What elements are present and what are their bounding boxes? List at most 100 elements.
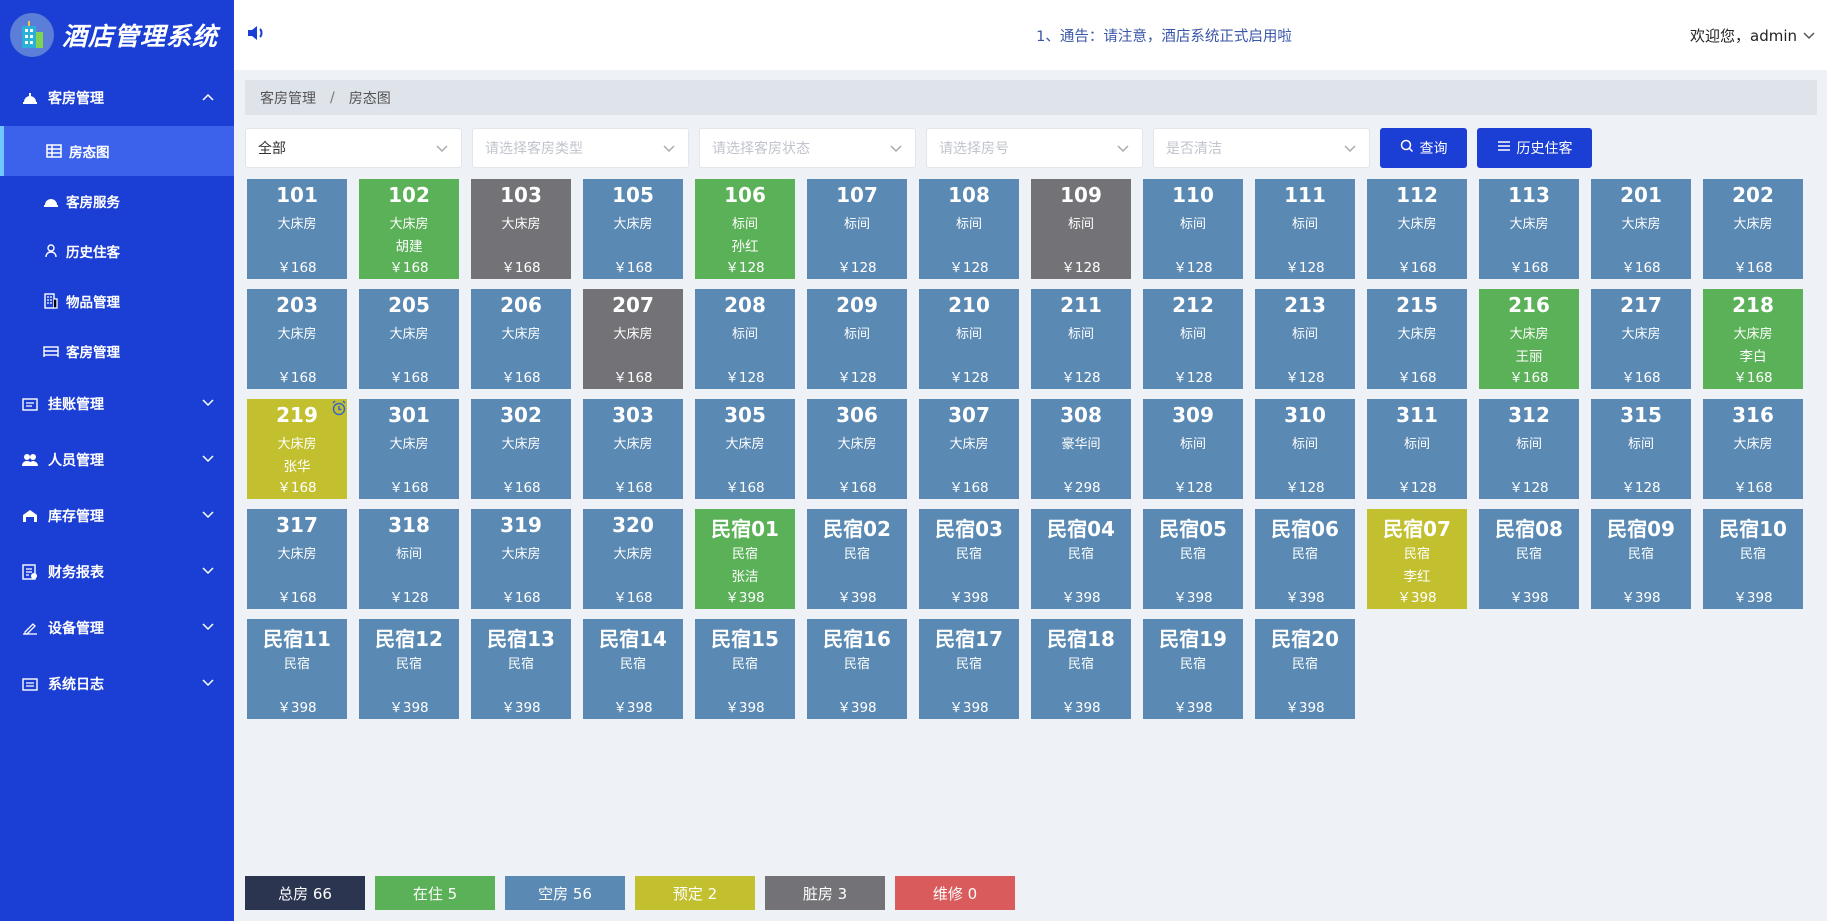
room-card[interactable]: 108 标间 ￥128	[919, 179, 1019, 279]
room-card[interactable]: 218 大床房 李白 ￥168	[1703, 289, 1803, 389]
room-type: 民宿	[395, 657, 422, 672]
room-card[interactable]: 210 标间 ￥128	[919, 289, 1019, 389]
room-card[interactable]: 民宿07 民宿 李红 ￥398	[1367, 509, 1467, 609]
query-button[interactable]: 查询	[1380, 128, 1467, 168]
room-card[interactable]: 302 大床房 ￥168	[471, 399, 571, 499]
room-card[interactable]: 112 大床房 ￥168	[1367, 179, 1467, 279]
room-card[interactable]: 民宿12 民宿 ￥398	[359, 619, 459, 719]
room-card[interactable]: 213 标间 ￥128	[1255, 289, 1355, 389]
sidebar-group[interactable]: 客房管理	[0, 70, 234, 126]
room-card[interactable]: 民宿13 民宿 ￥398	[471, 619, 571, 719]
room-card[interactable]: 209 标间 ￥128	[807, 289, 907, 389]
room-card[interactable]: 315 标间 ￥128	[1591, 399, 1691, 499]
room-card[interactable]: 110 标间 ￥128	[1143, 179, 1243, 279]
room-card[interactable]: 207 大床房 ￥168	[583, 289, 683, 389]
room-card[interactable]: 206 大床房 ￥168	[471, 289, 571, 389]
sidebar-item[interactable]: 物品管理	[0, 276, 234, 326]
speaker-icon[interactable]	[246, 24, 266, 46]
room-status-select[interactable]: 请选择客房状态	[699, 128, 916, 168]
room-card[interactable]: 320 大床房 ￥168	[583, 509, 683, 609]
room-card[interactable]: 民宿06 民宿 ￥398	[1255, 509, 1355, 609]
history-guests-button[interactable]: 历史住客	[1477, 128, 1592, 168]
room-card[interactable]: 民宿02 民宿 ￥398	[807, 509, 907, 609]
room-card[interactable]: 民宿17 民宿 ￥398	[919, 619, 1019, 719]
legend-item[interactable]: 预定 2	[635, 876, 755, 910]
room-card[interactable]: 民宿14 民宿 ￥398	[583, 619, 683, 719]
room-number: 民宿07	[1383, 517, 1451, 541]
room-card[interactable]: 216 大床房 王丽 ￥168	[1479, 289, 1579, 389]
room-card[interactable]: 109 标间 ￥128	[1031, 179, 1131, 279]
sidebar-group[interactable]: 设备管理	[0, 600, 234, 656]
room-card[interactable]: 202 大床房 ￥168	[1703, 179, 1803, 279]
sidebar-group[interactable]: 财务报表	[0, 544, 234, 600]
sidebar-item[interactable]: 客房管理	[0, 326, 234, 376]
cleaned-select[interactable]: 是否清洁	[1153, 128, 1370, 168]
room-card[interactable]: 民宿03 民宿 ￥398	[919, 509, 1019, 609]
room-card[interactable]: 102 大床房 胡建 ￥168	[359, 179, 459, 279]
room-card[interactable]: 101 大床房 ￥168	[247, 179, 347, 279]
room-card[interactable]: 205 大床房 ￥168	[359, 289, 459, 389]
room-card[interactable]: 312 标间 ￥128	[1479, 399, 1579, 499]
room-card[interactable]: 310 标间 ￥128	[1255, 399, 1355, 499]
room-card[interactable]: 民宿09 民宿 ￥398	[1591, 509, 1691, 609]
room-card[interactable]: 民宿11 民宿 ￥398	[247, 619, 347, 719]
sidebar-group[interactable]: 挂账管理	[0, 376, 234, 432]
sidebar-item[interactable]: 历史住客	[0, 226, 234, 276]
room-card[interactable]: 民宿20 民宿 ￥398	[1255, 619, 1355, 719]
room-card[interactable]: 217 大床房 ￥168	[1591, 289, 1691, 389]
room-card[interactable]: 309 标间 ￥128	[1143, 399, 1243, 499]
sidebar-item-label: 物品管理	[66, 295, 120, 311]
room-card[interactable]: 311 标间 ￥128	[1367, 399, 1467, 499]
legend-item[interactable]: 空房 56	[505, 876, 625, 910]
scope-select[interactable]: 全部	[245, 128, 462, 168]
room-card[interactable]: 211 标间 ￥128	[1031, 289, 1131, 389]
room-card[interactable]: 105 大床房 ￥168	[583, 179, 683, 279]
hotel-logo-icon	[10, 13, 54, 57]
room-card[interactable]: 308 豪华间 ￥298	[1031, 399, 1131, 499]
room-card[interactable]: 317 大床房 ￥168	[247, 509, 347, 609]
room-number: 208	[724, 293, 766, 317]
user-menu[interactable]: 欢迎您，admin	[1690, 25, 1815, 46]
room-card[interactable]: 民宿04 民宿 ￥398	[1031, 509, 1131, 609]
room-card[interactable]: 316 大床房 ￥168	[1703, 399, 1803, 499]
room-card[interactable]: 民宿10 民宿 ￥398	[1703, 509, 1803, 609]
room-card[interactable]: 212 标间 ￥128	[1143, 289, 1243, 389]
sidebar-item[interactable]: 客房服务	[0, 176, 234, 226]
room-card[interactable]: 306 大床房 ￥168	[807, 399, 907, 499]
room-card[interactable]: 219 大床房 张华 ￥168	[247, 399, 347, 499]
room-number-select[interactable]: 请选择房号	[926, 128, 1143, 168]
room-card[interactable]: 民宿16 民宿 ￥398	[807, 619, 907, 719]
legend-item[interactable]: 在住 5	[375, 876, 495, 910]
room-type-select[interactable]: 请选择客房类型	[472, 128, 689, 168]
room-card[interactable]: 301 大床房 ￥168	[359, 399, 459, 499]
room-card[interactable]: 111 标间 ￥128	[1255, 179, 1355, 279]
room-card[interactable]: 民宿15 民宿 ￥398	[695, 619, 795, 719]
legend-item[interactable]: 总房 66	[245, 876, 365, 910]
room-card[interactable]: 215 大床房 ￥168	[1367, 289, 1467, 389]
room-card[interactable]: 303 大床房 ￥168	[583, 399, 683, 499]
room-card[interactable]: 203 大床房 ￥168	[247, 289, 347, 389]
sidebar-group[interactable]: 人员管理	[0, 432, 234, 488]
room-card[interactable]: 113 大床房 ￥168	[1479, 179, 1579, 279]
legend-item[interactable]: 脏房 3	[765, 876, 885, 910]
room-card[interactable]: 305 大床房 ￥168	[695, 399, 795, 499]
room-card[interactable]: 307 大床房 ￥168	[919, 399, 1019, 499]
room-card[interactable]: 208 标间 ￥128	[695, 289, 795, 389]
room-card[interactable]: 民宿05 民宿 ￥398	[1143, 509, 1243, 609]
room-card[interactable]: 民宿01 民宿 张洁 ￥398	[695, 509, 795, 609]
room-card[interactable]: 318 标间 ￥128	[359, 509, 459, 609]
room-card[interactable]: 106 标间 孙红 ￥128	[695, 179, 795, 279]
room-card[interactable]: 201 大床房 ￥168	[1591, 179, 1691, 279]
room-card[interactable]: 民宿18 民宿 ￥398	[1031, 619, 1131, 719]
sidebar-item[interactable]: 房态图	[0, 126, 234, 176]
breadcrumb-item[interactable]: 客房管理	[260, 88, 316, 108]
alarm-clock-icon[interactable]	[331, 400, 347, 420]
room-card[interactable]: 319 大床房 ￥168	[471, 509, 571, 609]
room-card[interactable]: 民宿19 民宿 ￥398	[1143, 619, 1243, 719]
legend-item[interactable]: 维修 0	[895, 876, 1015, 910]
room-card[interactable]: 民宿08 民宿 ￥398	[1479, 509, 1579, 609]
room-card[interactable]: 103 大床房 ￥168	[471, 179, 571, 279]
room-card[interactable]: 107 标间 ￥128	[807, 179, 907, 279]
sidebar-group[interactable]: 库存管理	[0, 488, 234, 544]
sidebar-group[interactable]: 系统日志	[0, 656, 234, 712]
